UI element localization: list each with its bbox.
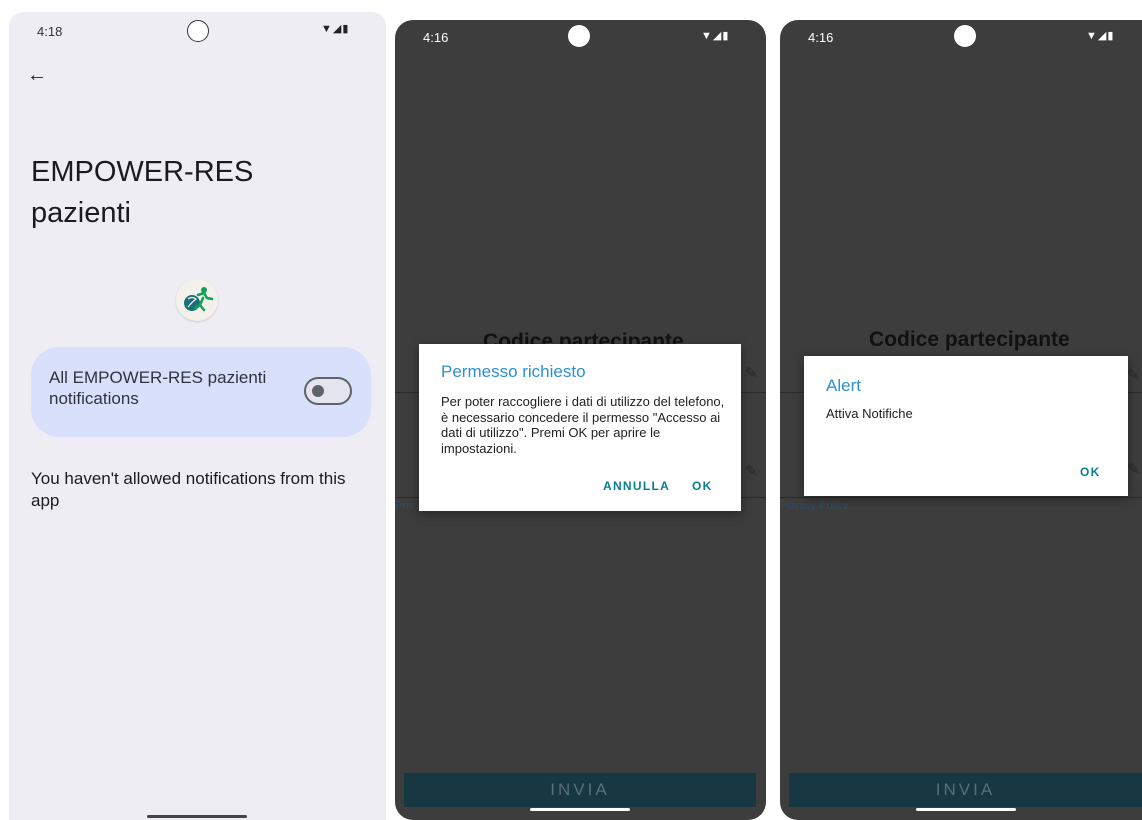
permission-dialog: Permesso richiesto Per poter raccogliere…	[419, 344, 741, 511]
cancel-button[interactable]: ANNULLA	[603, 479, 670, 493]
permission-dialog-screen: 4:16 ▼◢▮ Codice partecipante ✎ ✎ Priv IN…	[395, 20, 766, 820]
pencil-icon: ✎	[1127, 367, 1140, 384]
pencil-icon: ✎	[745, 463, 758, 480]
submit-button[interactable]: INVIA	[404, 773, 756, 807]
home-indicator	[916, 808, 1016, 811]
home-indicator	[147, 815, 247, 818]
status-icons: ▼◢▮	[701, 30, 730, 42]
field-underline	[780, 497, 1142, 498]
ok-button[interactable]: OK	[1080, 465, 1101, 479]
status-time: 4:16	[808, 30, 834, 45]
dialog-message: Per poter raccogliere i dati di utilizzo…	[441, 394, 725, 456]
home-indicator	[530, 808, 630, 811]
ok-button[interactable]: OK	[692, 479, 713, 493]
privacy-policy-link[interactable]: Privacy Policy	[780, 500, 848, 512]
pencil-icon: ✎	[745, 365, 758, 382]
dialog-title: Alert	[826, 376, 861, 395]
status-time: 4:18	[37, 24, 63, 39]
alert-dialog-screen: 4:16 ▼◢▮ Codice partecipante ✎ ✎ Privacy…	[780, 20, 1142, 820]
participant-code-title: Codice partecipante	[869, 328, 1070, 351]
app-logo-icon	[176, 279, 218, 321]
notifications-toggle[interactable]	[304, 377, 352, 405]
status-icons: ▼◢▮	[321, 23, 350, 35]
page-title: EMPOWER-RES pazienti	[31, 156, 254, 229]
status-icons: ▼◢▮	[1086, 30, 1115, 42]
pencil-icon: ✎	[1127, 461, 1140, 478]
dialog-title: Permesso richiesto	[441, 362, 586, 381]
alert-dialog: Alert Attiva Notifiche OK	[804, 356, 1128, 496]
camera-cutout	[954, 25, 976, 47]
notifications-disabled-notice: You haven't allowed notifications from t…	[31, 469, 346, 510]
back-arrow-icon[interactable]: ←	[27, 64, 47, 87]
toggle-knob	[312, 385, 324, 397]
channel-card[interactable]: All EMPOWER-RES pazienti notifications	[31, 347, 371, 437]
submit-button[interactable]: INVIA	[789, 773, 1142, 807]
dialog-message: Attiva Notifiche	[826, 406, 913, 421]
notification-settings-screen: 4:18 ▼◢▮ ← EMPOWER-RES pazienti All EMPO…	[9, 12, 386, 820]
status-time: 4:16	[423, 30, 449, 45]
camera-cutout	[187, 20, 209, 42]
camera-cutout	[568, 25, 590, 47]
channel-label: All EMPOWER-RES pazienti notifications	[49, 368, 267, 408]
privacy-policy-link[interactable]: Priv	[395, 500, 414, 512]
